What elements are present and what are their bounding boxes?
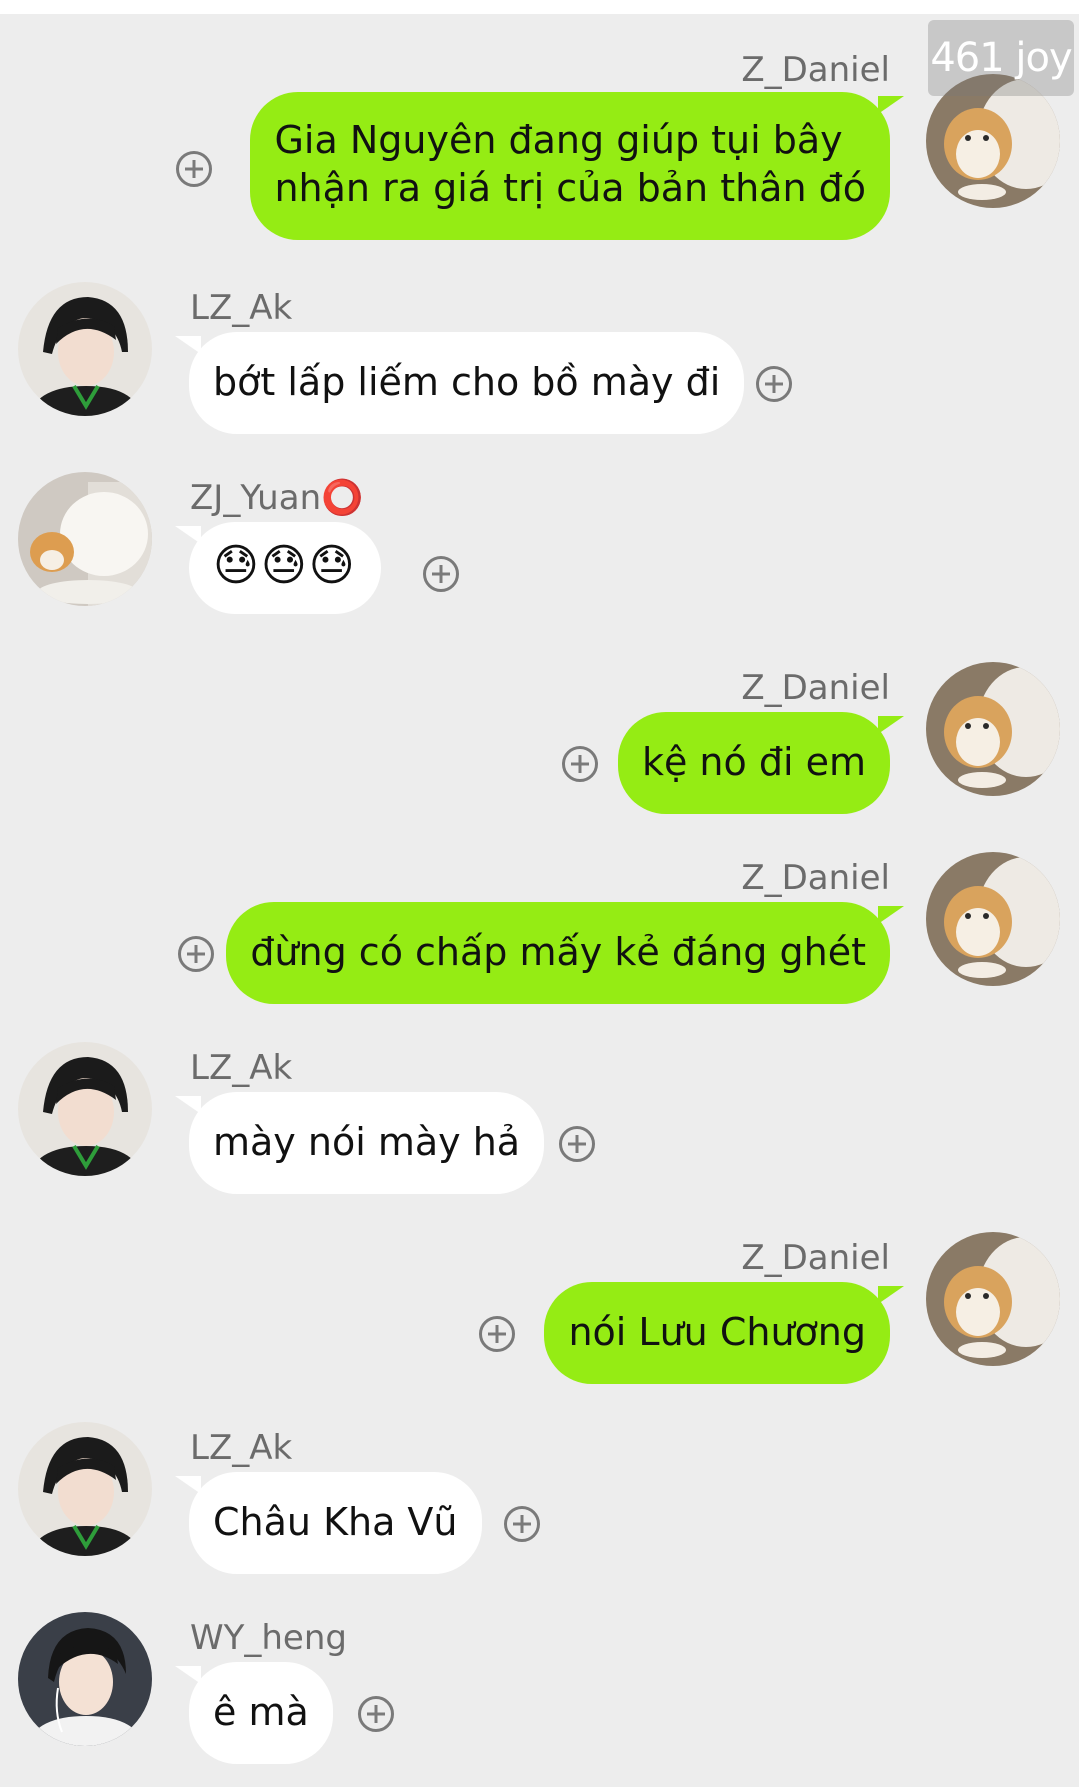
message-text: Châu Kha Vũ <box>213 1500 458 1544</box>
message-text: bớt lấp liếm cho bồ mày đi <box>213 360 721 404</box>
plus-circle-icon[interactable] <box>756 366 792 402</box>
message-text: đừng có chấp mấy kẻ đáng ghét <box>250 930 866 974</box>
message-text-line: nhận ra giá trị của bản thân đó <box>274 166 866 210</box>
plus-circle-icon[interactable] <box>358 1696 394 1732</box>
plus-circle-icon[interactable] <box>559 1126 595 1162</box>
message-bubble[interactable]: ê mà <box>175 1662 333 1764</box>
plus-circle-icon[interactable] <box>479 1316 515 1352</box>
message-bubble[interactable]: nói Lưu Chương <box>544 1282 904 1384</box>
sender-name: WY_heng <box>190 1618 347 1658</box>
emoji-text: 😓😓😓 <box>213 540 357 591</box>
sender-name: Z_Daniel <box>741 668 890 708</box>
message-bubble[interactable]: Gia Nguyên đang giúp tụi bây nhận ra giá… <box>250 92 904 240</box>
watermark-badge: 461 joy <box>928 20 1074 96</box>
sender-name: LZ_Ak <box>190 1048 293 1088</box>
person-dark-hair-avatar[interactable] <box>18 1042 152 1176</box>
person-earphones-avatar[interactable] <box>18 1612 152 1746</box>
message-bubble[interactable]: 😓😓😓 <box>175 522 381 614</box>
plus-circle-icon[interactable] <box>176 151 212 187</box>
message-bubble[interactable]: Châu Kha Vũ <box>175 1472 482 1574</box>
sender-name: Z_Daniel <box>741 1238 890 1278</box>
top-strip <box>0 0 1079 14</box>
message-bubble[interactable]: đừng có chấp mấy kẻ đáng ghét <box>226 902 904 1004</box>
message-text: kệ nó đi em <box>641 740 866 784</box>
sender-name: LZ_Ak <box>190 1428 293 1468</box>
message-bubble[interactable]: mày nói mày hả <box>174 1092 545 1194</box>
cat-avatar[interactable] <box>926 662 1060 796</box>
cat-avatar[interactable] <box>926 1232 1060 1366</box>
person-dark-hair-avatar[interactable] <box>18 1422 152 1556</box>
message-bubble[interactable]: bớt lấp liếm cho bồ mày đi <box>174 332 745 434</box>
plus-circle-icon[interactable] <box>504 1506 540 1542</box>
sender-name: Z_Daniel <box>741 858 890 898</box>
sender-name: ZJ_Yuan⭕ <box>190 478 364 518</box>
plus-circle-icon[interactable] <box>562 746 598 782</box>
message-text: ê mà <box>213 1690 309 1734</box>
message-text: mày nói mày hả <box>213 1120 521 1164</box>
cat-avatar[interactable] <box>926 852 1060 986</box>
message-text-line: Gia Nguyên đang giúp tụi bây <box>274 118 843 162</box>
sender-name: LZ_Ak <box>190 288 293 328</box>
chat-screen: Z_Daniel Gia Nguyên đang giúp tụi bây nh… <box>0 0 1079 1787</box>
plus-circle-icon[interactable] <box>423 556 459 592</box>
cat-white-avatar[interactable] <box>18 472 152 606</box>
message-text: nói Lưu Chương <box>568 1310 866 1354</box>
plus-circle-icon[interactable] <box>178 936 214 972</box>
person-dark-hair-avatar[interactable] <box>18 282 152 416</box>
message-bubble[interactable]: kệ nó đi em <box>617 712 905 814</box>
sender-name: Z_Daniel <box>741 50 890 90</box>
